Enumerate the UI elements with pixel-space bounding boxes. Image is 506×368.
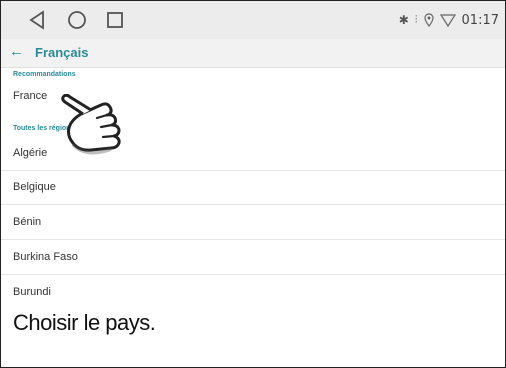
- list-item-label: Algérie: [13, 147, 48, 159]
- instruction-caption: Choisir le pays.: [13, 310, 156, 335]
- wifi-icon: [439, 14, 456, 27]
- list-item-burkina-faso[interactable]: Burkina Faso: [1, 241, 505, 275]
- list-item-label: France: [13, 90, 48, 102]
- caption-area: Choisir le pays.: [1, 296, 505, 367]
- list-item-label: Burundi: [13, 286, 51, 296]
- vibrate-icon: ⫶: [414, 13, 418, 26]
- list-item-belgique[interactable]: Belgique: [1, 171, 505, 205]
- recents-square-icon[interactable]: [103, 8, 127, 32]
- list-item-label: Burkina Faso: [13, 251, 78, 263]
- pointing-hand-icon: [61, 94, 121, 155]
- status-icons: ✱ ⫶ 01:17: [399, 11, 499, 29]
- system-status-bar: ✱ ⫶ 01:17: [1, 1, 505, 39]
- location-icon: [423, 13, 434, 27]
- status-clock: 01:17: [461, 12, 499, 28]
- list-item-burundi[interactable]: Burundi: [1, 276, 505, 296]
- home-circle-icon[interactable]: [65, 8, 89, 32]
- bluetooth-icon: ✱: [398, 13, 409, 27]
- section-header-recommended: Recommandations: [13, 71, 76, 78]
- list-item-label: Bénin: [13, 216, 42, 228]
- list-item-benin[interactable]: Bénin: [1, 206, 505, 240]
- screenshot-frame: ✱ ⫶ 01:17 ← Français Recommandations Fra…: [0, 0, 506, 368]
- app-bar: ← Français: [1, 39, 505, 68]
- back-arrow-icon[interactable]: ←: [9, 43, 24, 60]
- back-triangle-icon[interactable]: [25, 8, 49, 32]
- page-title: Français: [35, 45, 89, 60]
- list-item-label: Belgique: [13, 181, 56, 193]
